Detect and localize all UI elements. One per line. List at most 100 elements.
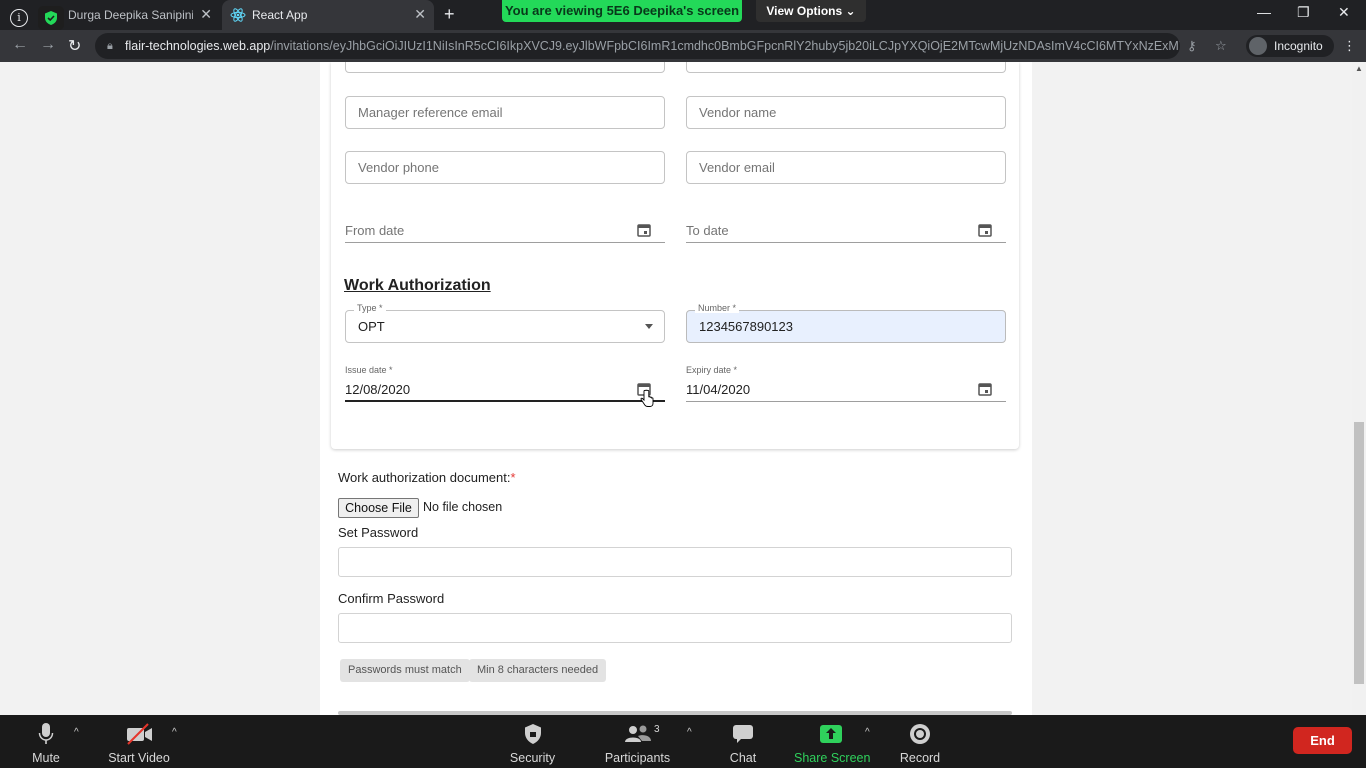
issue-date-underline xyxy=(345,400,665,402)
section-title-work-authorization: Work Authorization xyxy=(344,277,491,294)
video-off-icon xyxy=(127,723,152,745)
issue-date-input[interactable]: 12/08/2020 xyxy=(345,382,410,397)
issue-date-label: Issue date * xyxy=(345,365,393,375)
no-file-chosen-text: No file chosen xyxy=(423,500,503,514)
expiry-date-input[interactable]: 11/04/2020 xyxy=(686,382,750,397)
reload-icon[interactable]: ↻ xyxy=(68,36,81,56)
share-screen-label: Share Screen xyxy=(794,751,871,765)
incognito-label: Incognito xyxy=(1274,39,1323,53)
key-icon[interactable]: ⚷ xyxy=(1187,38,1197,54)
restore-icon[interactable]: ❐ xyxy=(1297,4,1310,21)
start-video-label: Start Video xyxy=(108,751,170,765)
from-date-input[interactable]: From date xyxy=(345,223,404,238)
dropdown-arrow-icon[interactable] xyxy=(645,324,653,329)
participants-icon xyxy=(624,725,651,742)
vendor-name-input[interactable]: Vendor name xyxy=(686,96,1006,129)
work-auth-document-label: Work authorization document:* xyxy=(338,470,516,485)
chat-button[interactable]: Chat xyxy=(722,721,764,765)
calendar-icon[interactable] xyxy=(637,223,651,237)
browser-tab-bar: i Durga Deepika Sanipini - C ✕ React App… xyxy=(0,0,1366,30)
participants-label: Participants xyxy=(604,751,671,765)
cut-off-field-left[interactable] xyxy=(345,62,665,73)
close-tab-icon[interactable]: ✕ xyxy=(200,6,212,23)
microphone-icon xyxy=(38,723,54,744)
manager-reference-email-input[interactable]: Manager reference email xyxy=(345,96,665,129)
close-window-icon[interactable]: ✕ xyxy=(1338,4,1350,21)
number-input[interactable]: 1234567890123 xyxy=(686,310,1006,343)
lock-icon: 🔒︎ xyxy=(107,40,113,52)
expiry-date-label: Expiry date * xyxy=(686,365,738,375)
type-label: Type * xyxy=(354,303,386,313)
share-screen-icon xyxy=(820,725,842,743)
passwords-match-chip: Passwords must match xyxy=(340,659,470,682)
tab-title: Durga Deepika Sanipini - C xyxy=(68,8,193,22)
security-button[interactable]: Security xyxy=(505,721,560,765)
confirm-password-input[interactable] xyxy=(338,613,1012,643)
participants-options-caret-icon[interactable]: ^ xyxy=(687,727,692,738)
calendar-icon[interactable] xyxy=(978,223,992,237)
calendar-icon[interactable] xyxy=(978,382,992,396)
url-host: flair-technologies.web.app xyxy=(125,39,271,53)
menu-kebab-icon[interactable]: ⋮ xyxy=(1343,38,1356,54)
close-tab-icon[interactable]: ✕ xyxy=(414,6,426,23)
record-button[interactable]: Record xyxy=(897,721,943,765)
incognito-badge[interactable]: Incognito xyxy=(1246,35,1334,57)
set-password-input[interactable] xyxy=(338,547,1012,577)
record-label: Record xyxy=(899,751,941,765)
type-value: OPT xyxy=(358,319,385,334)
min-characters-chip: Min 8 characters needed xyxy=(469,659,607,682)
vendor-email-input[interactable]: Vendor email xyxy=(686,151,1006,184)
view-options-label: View Options xyxy=(766,4,843,18)
confirm-password-label: Confirm Password xyxy=(338,591,445,606)
page-scrollbar[interactable]: ▲ xyxy=(1352,62,1366,715)
to-date-input[interactable]: To date xyxy=(686,223,729,238)
share-options-caret-icon[interactable]: ^ xyxy=(865,727,870,738)
chat-label: Chat xyxy=(729,751,757,765)
browser-toolbar: ← → ↻ 🔒︎ flair-technologies.web.app/invi… xyxy=(0,30,1366,62)
participants-count: 3 xyxy=(654,724,660,735)
tab-react-app[interactable]: React App ✕ xyxy=(222,0,434,30)
url-path: /invitations/eyJhbGciOiJIUzI1NiIsInR5cCI… xyxy=(270,39,1180,53)
view-options-button[interactable]: View Options ⌄ xyxy=(756,0,866,22)
forward-arrow-icon[interactable]: → xyxy=(40,36,56,54)
share-screen-button[interactable]: Share Screen xyxy=(794,721,871,765)
type-select[interactable]: OPT xyxy=(345,310,665,343)
bookmark-star-icon[interactable]: ☆ xyxy=(1215,38,1227,54)
address-bar[interactable]: 🔒︎ flair-technologies.web.app/invitation… xyxy=(95,33,1180,59)
number-value: 1234567890123 xyxy=(699,319,793,334)
back-arrow-icon[interactable]: ← xyxy=(12,36,28,54)
minimize-icon[interactable]: — xyxy=(1257,4,1271,20)
scrollbar-thumb[interactable] xyxy=(1354,422,1364,684)
work-auth-document-text: Work authorization document: xyxy=(338,470,511,485)
to-date-underline xyxy=(686,242,1006,243)
record-icon xyxy=(910,724,930,744)
cut-off-field-right[interactable] xyxy=(686,62,1006,73)
vendor-phone-input[interactable]: Vendor phone xyxy=(345,151,665,184)
tab-durga[interactable]: Durga Deepika Sanipini - C ✕ xyxy=(0,0,220,30)
zoom-meeting-toolbar: Mute ^ Start Video ^ Security Participan… xyxy=(0,715,1366,768)
chat-bubble-icon xyxy=(733,725,753,743)
tab-title: React App xyxy=(252,8,308,22)
end-meeting-button[interactable]: End xyxy=(1293,727,1352,754)
set-password-label: Set Password xyxy=(338,525,419,540)
participants-button[interactable]: Participants xyxy=(600,721,675,765)
choose-file-button[interactable]: Choose File xyxy=(338,498,419,518)
react-icon xyxy=(230,8,246,22)
mute-label: Mute xyxy=(32,751,60,765)
number-label: Number * xyxy=(695,303,740,313)
mute-button[interactable]: Mute xyxy=(22,721,70,765)
start-video-button[interactable]: Start Video xyxy=(103,721,175,765)
video-options-caret-icon[interactable]: ^ xyxy=(172,727,177,738)
expiry-date-underline xyxy=(686,401,1006,402)
page-viewport: Manager reference email Vendor name Vend… xyxy=(0,62,1352,715)
new-tab-plus-icon[interactable]: + xyxy=(444,4,455,25)
audio-options-caret-icon[interactable]: ^ xyxy=(74,727,79,738)
security-shield-icon xyxy=(524,724,541,744)
incognito-icon xyxy=(1249,37,1267,55)
chevron-down-icon: ⌄ xyxy=(845,4,856,18)
hand-cursor-icon xyxy=(640,389,654,407)
scroll-up-arrow-icon[interactable]: ▲ xyxy=(1355,64,1363,73)
required-asterisk: * xyxy=(510,470,516,485)
security-label: Security xyxy=(509,751,556,765)
screen-share-viewing-banner: You are viewing 5E6 Deepika's screen xyxy=(502,0,742,22)
